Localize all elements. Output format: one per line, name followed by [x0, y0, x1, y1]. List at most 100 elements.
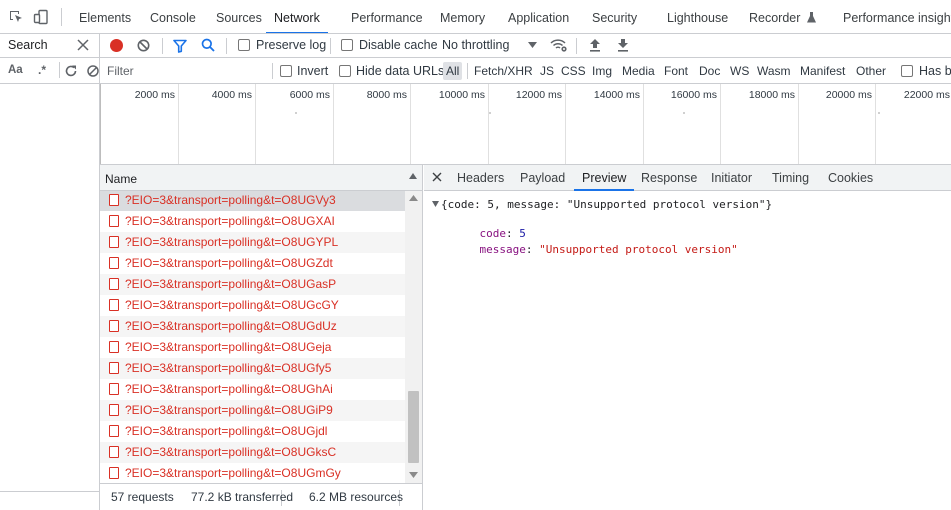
tab-timing[interactable]: Timing: [772, 165, 809, 191]
clear-icon[interactable]: [137, 39, 150, 52]
tab-response[interactable]: Response: [641, 165, 697, 191]
timeline-tick-label: 2000 ms: [134, 89, 175, 101]
sort-ascending-icon[interactable]: [409, 173, 417, 179]
has-blocked-cookies-checkbox[interactable]: [901, 65, 913, 77]
refresh-icon[interactable]: [64, 64, 78, 78]
search-sidebar: Search Aa .*: [0, 34, 100, 510]
filter-icon[interactable]: [173, 39, 187, 53]
request-list-header[interactable]: Name: [100, 165, 422, 191]
request-row[interactable]: ?EIO=3&transport=polling&t=O8UGVy3: [100, 191, 405, 211]
request-list-scrollbar[interactable]: [405, 191, 422, 483]
tab-initiator[interactable]: Initiator: [711, 165, 752, 191]
request-count: 57 requests: [111, 490, 174, 504]
filter-type-font[interactable]: Font: [664, 64, 688, 78]
filter-type-media[interactable]: Media: [622, 64, 655, 78]
timeline-tick: [178, 84, 179, 164]
network-overview[interactable]: 2000 ms 4000 ms 6000 ms 8000 ms 10000 ms…: [100, 84, 951, 165]
request-row[interactable]: ?EIO=3&transport=polling&t=O8UGmGy: [100, 463, 405, 483]
toolbar-divider: [61, 8, 62, 26]
toolbar-divider: [330, 38, 331, 54]
scroll-up-icon[interactable]: [409, 195, 418, 201]
tab-headers[interactable]: Headers: [457, 165, 504, 191]
import-har-icon[interactable]: [589, 38, 601, 52]
request-row[interactable]: ?EIO=3&transport=polling&t=O8UGXAI: [100, 211, 405, 232]
has-blocked-cookies-label: Has bl: [919, 64, 951, 78]
property-value: "Unsupported protocol version": [539, 243, 738, 256]
tab-performance-insights[interactable]: Performance insights: [843, 0, 951, 33]
request-row[interactable]: ?EIO=3&transport=polling&t=O8UGZdt: [100, 253, 405, 274]
timeline-tick-label: 8000 ms: [366, 89, 407, 101]
request-details: Headers Payload Preview Response Initiat…: [424, 165, 951, 510]
request-row[interactable]: ?EIO=3&transport=polling&t=O8UGjdl: [100, 421, 405, 442]
tab-network[interactable]: Network: [266, 0, 328, 33]
record-button[interactable]: [109, 38, 124, 53]
request-row[interactable]: ?EIO=3&transport=polling&t=O8UGeja: [100, 337, 405, 358]
filter-type-other[interactable]: Other: [856, 64, 886, 78]
error-document-icon: [109, 299, 119, 311]
filter-type-img[interactable]: Img: [592, 64, 612, 78]
tab-elements[interactable]: Elements: [79, 0, 131, 33]
chevron-down-icon[interactable]: [528, 42, 537, 48]
filter-type-css[interactable]: CSS: [561, 64, 586, 78]
throttling-value: No throttling: [442, 38, 510, 52]
tab-security[interactable]: Security: [592, 0, 637, 33]
tab-memory[interactable]: Memory: [440, 0, 485, 33]
close-details-icon[interactable]: [432, 172, 442, 182]
filter-type-js[interactable]: JS: [540, 64, 554, 78]
network-conditions-icon[interactable]: [550, 37, 568, 53]
timeline-tick-label: 14000 ms: [593, 89, 640, 101]
tab-recorder[interactable]: Recorder: [749, 0, 816, 33]
request-name: ?EIO=3&transport=polling&t=O8UGasP: [125, 277, 337, 291]
tab-performance[interactable]: Performance: [351, 0, 423, 33]
error-document-icon: [109, 362, 119, 374]
request-row[interactable]: ?EIO=3&transport=polling&t=O8UGiP9: [100, 400, 405, 421]
invert-checkbox[interactable]: [280, 65, 292, 77]
tab-sources[interactable]: Sources: [216, 0, 262, 33]
filter-type-manifest[interactable]: Manifest: [800, 64, 845, 78]
error-document-icon: [109, 278, 119, 290]
clear-search-icon[interactable]: [86, 64, 99, 78]
error-document-icon: [109, 404, 119, 416]
filter-type-all[interactable]: All: [443, 62, 463, 80]
filter-type-fetch-xhr[interactable]: Fetch/XHR: [474, 64, 533, 78]
scrollbar-thumb[interactable]: [408, 391, 419, 463]
scroll-down-icon[interactable]: [409, 472, 418, 478]
expand-arrow-icon[interactable]: [432, 201, 439, 207]
tab-application[interactable]: Application: [508, 0, 569, 33]
tab-console[interactable]: Console: [150, 0, 196, 33]
error-document-icon: [109, 467, 119, 479]
tab-payload[interactable]: Payload: [520, 165, 565, 191]
tab-preview[interactable]: Preview: [574, 165, 635, 191]
request-row[interactable]: ?EIO=3&transport=polling&t=O8UGdUz: [100, 316, 405, 337]
filter-type-doc[interactable]: Doc: [699, 64, 720, 78]
request-row[interactable]: ?EIO=3&transport=polling&t=O8UGfy5: [100, 358, 405, 379]
request-row[interactable]: ?EIO=3&transport=polling&t=O8UGasP: [100, 274, 405, 295]
error-document-icon: [109, 194, 119, 206]
filter-type-ws[interactable]: WS: [730, 64, 749, 78]
error-document-icon: [109, 257, 119, 269]
close-icon[interactable]: [76, 38, 90, 52]
device-toolbar-icon[interactable]: [33, 9, 49, 25]
name-column-header[interactable]: Name: [105, 172, 137, 186]
match-case-button[interactable]: Aa: [8, 64, 23, 76]
hide-data-urls-checkbox[interactable]: [339, 65, 351, 77]
tab-lighthouse[interactable]: Lighthouse: [667, 0, 728, 33]
preserve-log-checkbox[interactable]: [238, 39, 250, 51]
request-row[interactable]: ?EIO=3&transport=polling&t=O8UGcGY: [100, 295, 405, 316]
tab-cookies[interactable]: Cookies: [828, 165, 873, 191]
search-icon[interactable]: [201, 38, 215, 53]
request-name: ?EIO=3&transport=polling&t=O8UGVy3: [125, 193, 336, 207]
regex-button[interactable]: .*: [38, 63, 46, 77]
export-har-icon[interactable]: [617, 38, 629, 52]
disable-cache-checkbox[interactable]: [341, 39, 353, 51]
request-row[interactable]: ?EIO=3&transport=polling&t=O8UGksC: [100, 442, 405, 463]
search-options-bar: Aa .*: [0, 58, 99, 84]
inspect-element-icon[interactable]: [8, 9, 24, 25]
timeline-request-mark: [878, 112, 880, 114]
network-summary-bar: 57 requests 77.2 kB transferred 6.2 MB r…: [100, 483, 422, 510]
request-row[interactable]: ?EIO=3&transport=polling&t=O8UGYPL: [100, 232, 405, 253]
request-row[interactable]: ?EIO=3&transport=polling&t=O8UGhAi: [100, 379, 405, 400]
filter-input[interactable]: Filter: [102, 61, 268, 80]
throttling-select[interactable]: No throttling: [442, 38, 509, 52]
filter-type-wasm[interactable]: Wasm: [757, 64, 791, 78]
